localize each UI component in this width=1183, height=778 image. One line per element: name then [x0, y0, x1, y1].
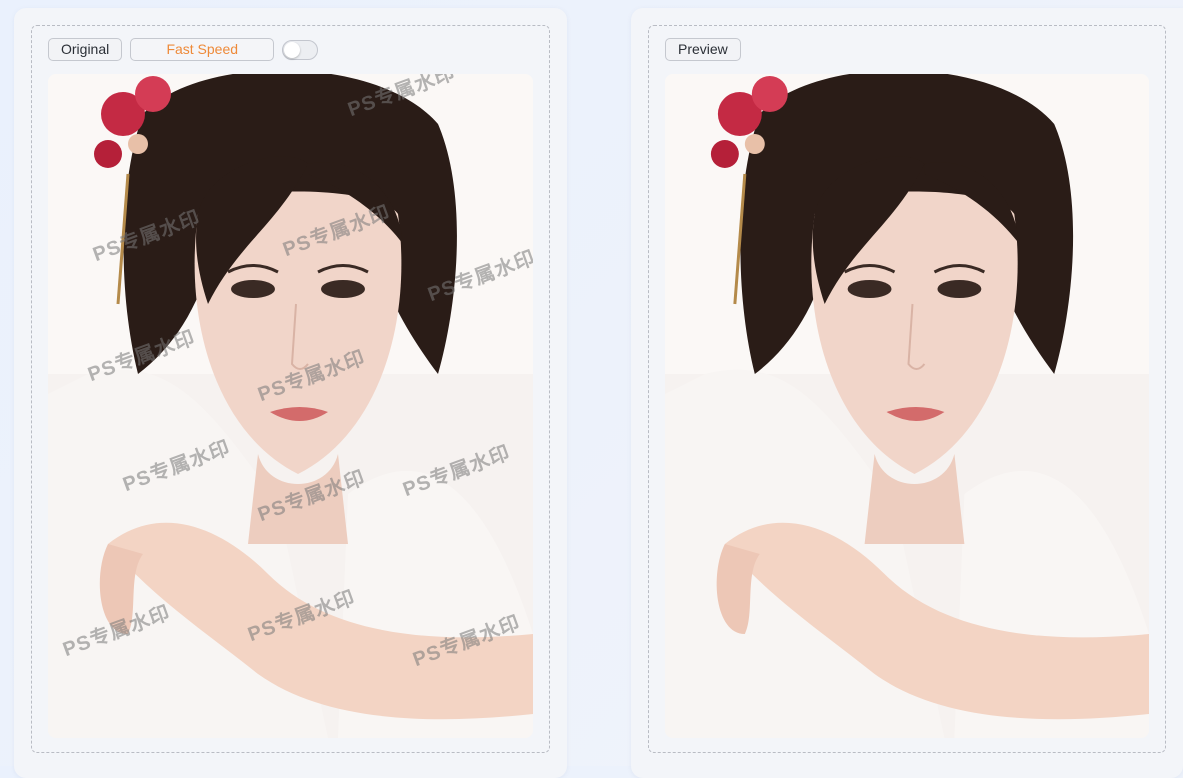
original-button[interactable]: Original: [48, 38, 123, 61]
original-toolbar: Original Fast Speed: [48, 38, 319, 61]
fast-speed-button[interactable]: Fast Speed: [130, 38, 275, 61]
portrait-original: [48, 74, 533, 738]
original-panel: Original Fast Speed PS专属水印 PS专属水印 PS专属水印…: [14, 8, 567, 778]
preview-image: [665, 74, 1149, 738]
preview-panel: Preview: [631, 8, 1183, 778]
portrait-preview: [665, 74, 1149, 738]
original-image: PS专属水印 PS专属水印 PS专属水印 PS专属水印 PS专属水印 PS专属水印 PS专属…: [48, 74, 533, 738]
preview-frame: Preview: [648, 25, 1166, 753]
preview-toolbar: Preview: [665, 38, 741, 61]
preview-button[interactable]: Preview: [665, 38, 741, 61]
original-frame: Original Fast Speed PS专属水印 PS专属水印 PS专属水印…: [31, 25, 550, 753]
speed-toggle[interactable]: [282, 39, 319, 60]
toggle-knob: [284, 41, 301, 58]
